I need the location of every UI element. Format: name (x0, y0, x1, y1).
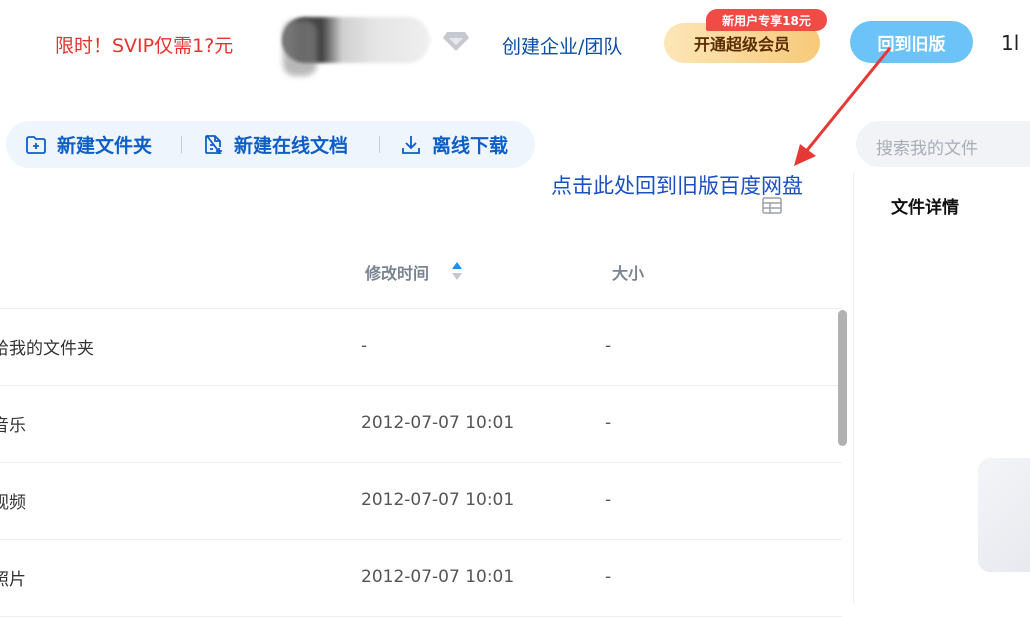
new-online-doc-button[interactable]: 新建在线文档 (202, 121, 348, 168)
file-name[interactable]: 照片 (0, 565, 26, 590)
file-size: - (605, 336, 612, 356)
svip-badge-label: 新用户专享18元 (722, 13, 811, 28)
new-doc-icon (205, 134, 222, 154)
offline-download-label: 离线下载 (432, 135, 509, 157)
svip-offer-badge: 新用户专享18元 (706, 9, 827, 31)
file-name[interactable]: 音乐 (0, 411, 26, 436)
diamond-icon[interactable] (443, 30, 469, 52)
open-svip-label: 开通超级会员 (693, 35, 790, 54)
svip-promo-link[interactable]: 限时！SVIP仅需1?元 (55, 31, 233, 58)
sort-icon[interactable] (451, 261, 463, 281)
view-toggle-icon[interactable] (762, 197, 782, 214)
table-scrollbar[interactable] (838, 310, 847, 446)
offline-download-button[interactable]: 离线下载 (400, 121, 508, 168)
file-modified: - (361, 336, 368, 356)
new-folder-label: 新建文件夹 (57, 135, 153, 157)
table-row[interactable]: 视频 2012-07-07 10:01 - (0, 463, 842, 540)
toolbar-divider (379, 136, 380, 153)
file-name[interactable]: 给我的文件夹 (0, 334, 94, 359)
new-folder-icon (26, 135, 46, 154)
new-folder-button[interactable]: 新建文件夹 (25, 121, 152, 168)
file-modified: 2012-07-07 10:01 (361, 567, 515, 587)
annotation-arrow-icon (794, 47, 892, 166)
avatar-image-blurred (283, 20, 317, 76)
file-details-title: 文件详情 (891, 198, 959, 218)
create-team-link[interactable]: 创建企业/团队 (502, 32, 622, 59)
annotation-callout: 点击此处回到旧版百度网盘 (551, 174, 803, 198)
cropped-header-item[interactable]: 1l (1001, 31, 1019, 55)
column-header-modified[interactable]: 修改时间 (365, 260, 429, 284)
file-size: - (605, 413, 612, 433)
file-modified: 2012-07-07 10:01 (361, 413, 515, 433)
file-modified: 2012-07-07 10:01 (361, 490, 515, 510)
table-row[interactable]: 照片 2012-07-07 10:01 - (0, 540, 842, 617)
table-row[interactable]: 给我的文件夹 - - (0, 309, 842, 386)
file-name[interactable]: 视频 (0, 488, 26, 513)
file-size: - (605, 567, 612, 587)
details-divider (853, 172, 854, 603)
table-row[interactable]: 音乐 2012-07-07 10:01 - (0, 386, 842, 463)
column-header-size[interactable]: 大小 (612, 260, 644, 284)
file-size: - (605, 490, 612, 510)
new-online-doc-label: 新建在线文档 (234, 135, 349, 157)
details-preview-card (978, 458, 1030, 572)
download-icon (402, 135, 420, 154)
toolbar-divider (181, 136, 182, 153)
